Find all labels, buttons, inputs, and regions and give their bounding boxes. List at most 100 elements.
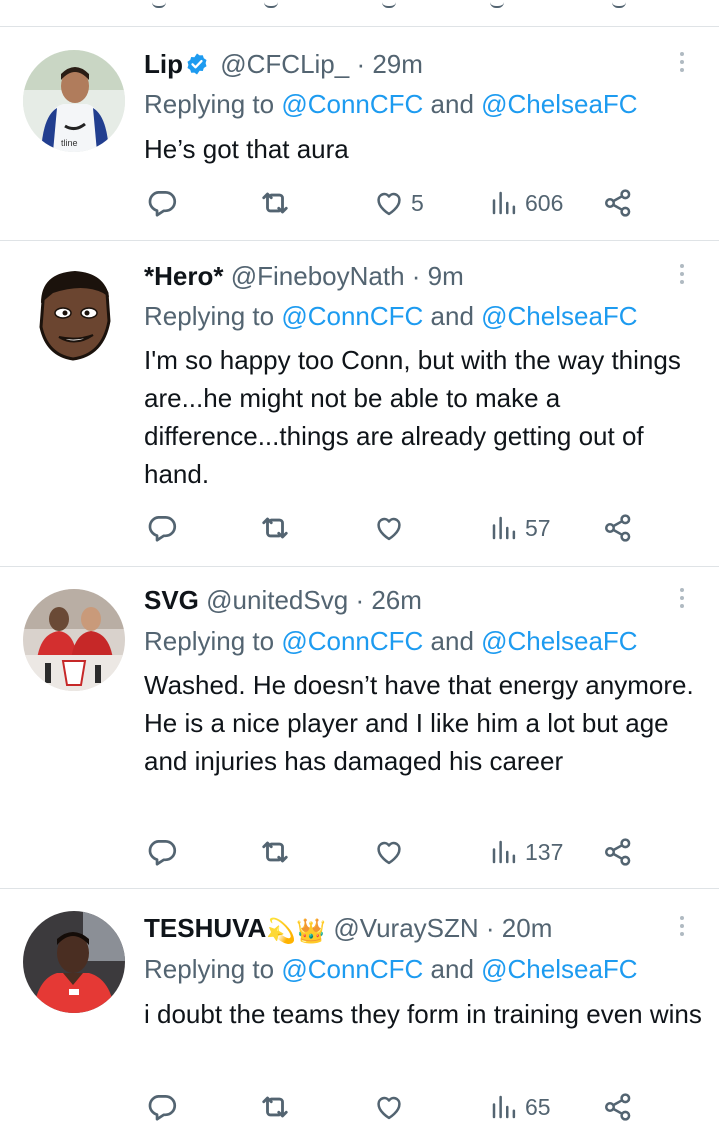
tweet-header: TESHUVA💫👑 @VuraySZN · 20m xyxy=(144,911,552,949)
mention-link[interactable]: @ConnCFC xyxy=(281,89,423,119)
previous-tweet-actions-cropped xyxy=(0,0,719,26)
view-count: 57 xyxy=(525,514,551,541)
view-count: 65 xyxy=(525,1093,551,1120)
share-button[interactable] xyxy=(602,508,634,548)
like-icon xyxy=(373,1091,405,1123)
retweet-button[interactable] xyxy=(257,508,293,548)
avatar[interactable] xyxy=(23,911,125,1013)
view-count: 137 xyxy=(525,838,564,865)
and-label: and xyxy=(423,954,482,984)
tweet-time[interactable]: · 9m xyxy=(412,261,464,291)
like-button[interactable] xyxy=(373,832,411,872)
more-icon[interactable] xyxy=(672,49,692,79)
replying-to-label: Replying to xyxy=(144,954,282,984)
mention-link[interactable]: @ChelseaFC xyxy=(481,301,637,331)
mention-link[interactable]: @ChelseaFC xyxy=(481,626,637,656)
replying-to: Replying to @ConnCFC and @ChelseaFC xyxy=(144,624,638,658)
mention-link[interactable]: @ChelseaFC xyxy=(481,954,637,984)
and-label: and xyxy=(423,301,482,331)
tweet-reply[interactable]: TESHUVA💫👑 @VuraySZN · 20m Replying to @C… xyxy=(0,889,719,1140)
tweet-time[interactable]: · 29m xyxy=(356,49,422,79)
avatar[interactable] xyxy=(23,589,125,691)
tweet-time[interactable]: · 20m xyxy=(486,913,552,943)
views-button[interactable]: 57 xyxy=(489,508,551,548)
more-icon[interactable] xyxy=(672,913,692,943)
svg-text:tline: tline xyxy=(61,138,78,148)
replying-to-label: Replying to xyxy=(144,301,282,331)
like-icon xyxy=(373,512,405,544)
retweet-icon xyxy=(257,1089,293,1125)
reply-icon xyxy=(145,1090,179,1124)
share-icon xyxy=(602,1091,634,1123)
like-button[interactable] xyxy=(373,1087,411,1127)
display-name[interactable]: *Hero* xyxy=(144,261,223,291)
share-icon xyxy=(602,512,634,544)
share-button[interactable] xyxy=(602,832,634,872)
tweet-time[interactable]: · 26m xyxy=(355,585,421,615)
mention-link[interactable]: @ConnCFC xyxy=(281,301,423,331)
view-count: 606 xyxy=(525,189,564,216)
like-button[interactable] xyxy=(373,508,411,548)
like-button[interactable]: 5 xyxy=(373,183,424,223)
views-button[interactable]: 137 xyxy=(489,832,563,872)
display-name[interactable]: Lip xyxy=(144,49,183,79)
mention-link[interactable]: @ChelseaFC xyxy=(481,89,637,119)
like-icon xyxy=(373,836,405,868)
replying-to-label: Replying to xyxy=(144,89,282,119)
reply-icon xyxy=(145,186,179,220)
tweet-reply[interactable]: SVG @unitedSvg · 26m Replying to @ConnCF… xyxy=(0,567,719,888)
reply-icon-cropped xyxy=(152,0,166,8)
retweet-button[interactable] xyxy=(257,832,293,872)
mention-link[interactable]: @ConnCFC xyxy=(281,954,423,984)
replying-to: Replying to @ConnCFC and @ChelseaFC xyxy=(144,952,638,986)
avatar[interactable]: tline xyxy=(23,50,125,152)
reply-button[interactable] xyxy=(145,183,179,223)
tweet-actions: 65 xyxy=(0,1087,719,1127)
share-icon-cropped xyxy=(612,0,626,8)
views-icon-cropped xyxy=(490,0,504,8)
retweet-icon xyxy=(257,185,293,221)
views-button[interactable]: 606 xyxy=(489,183,563,223)
retweet-icon xyxy=(257,510,293,546)
share-button[interactable] xyxy=(602,183,634,223)
tweet-reply[interactable]: *Hero* @FineboyNath · 9m Replying to @Co… xyxy=(0,241,719,566)
retweet-button[interactable] xyxy=(257,1087,293,1127)
display-name[interactable]: TESHUVA xyxy=(144,913,266,943)
tweet-text: i doubt the teams they form in training … xyxy=(144,999,702,1029)
replying-to: Replying to @ConnCFC and @ChelseaFC xyxy=(144,299,638,333)
share-icon xyxy=(602,836,634,868)
views-icon xyxy=(489,188,519,218)
share-icon xyxy=(602,187,634,219)
tweet-reply[interactable]: tline Lip @CFCLip_ · 29m Replying to @Co… xyxy=(0,27,719,240)
reply-button[interactable] xyxy=(145,832,179,872)
user-handle[interactable]: @unitedSvg xyxy=(206,585,348,615)
retweet-icon xyxy=(257,834,293,870)
more-icon[interactable] xyxy=(672,261,692,291)
retweet-button[interactable] xyxy=(257,183,293,223)
user-handle[interactable]: @VuraySZN xyxy=(333,913,478,943)
views-button[interactable]: 65 xyxy=(489,1087,551,1127)
more-icon[interactable] xyxy=(672,585,692,615)
tweet-actions: 5 606 xyxy=(0,183,719,223)
reply-button[interactable] xyxy=(145,508,179,548)
avatar[interactable] xyxy=(23,263,125,365)
replying-to-label: Replying to xyxy=(144,626,282,656)
like-icon xyxy=(373,187,405,219)
like-count: 5 xyxy=(411,189,424,216)
views-icon xyxy=(489,1092,519,1122)
tweet-actions: 137 xyxy=(0,832,719,872)
reply-icon xyxy=(145,835,179,869)
tweet-text: Washed. He doesn’t have that energy anym… xyxy=(144,670,694,776)
name-emoji: 💫👑 xyxy=(266,918,327,945)
mention-link[interactable]: @ConnCFC xyxy=(281,626,423,656)
display-name[interactable]: SVG xyxy=(144,585,199,615)
reply-button[interactable] xyxy=(145,1087,179,1127)
user-handle[interactable]: @FineboyNath xyxy=(231,261,405,291)
user-handle[interactable]: @CFCLip_ xyxy=(220,49,349,79)
tweet-text: I'm so happy too Conn, but with the way … xyxy=(144,345,681,489)
tweet-header: SVG @unitedSvg · 26m xyxy=(144,583,422,617)
and-label: and xyxy=(423,89,482,119)
reply-icon xyxy=(145,511,179,545)
like-icon-cropped xyxy=(382,0,396,8)
share-button[interactable] xyxy=(602,1087,634,1127)
